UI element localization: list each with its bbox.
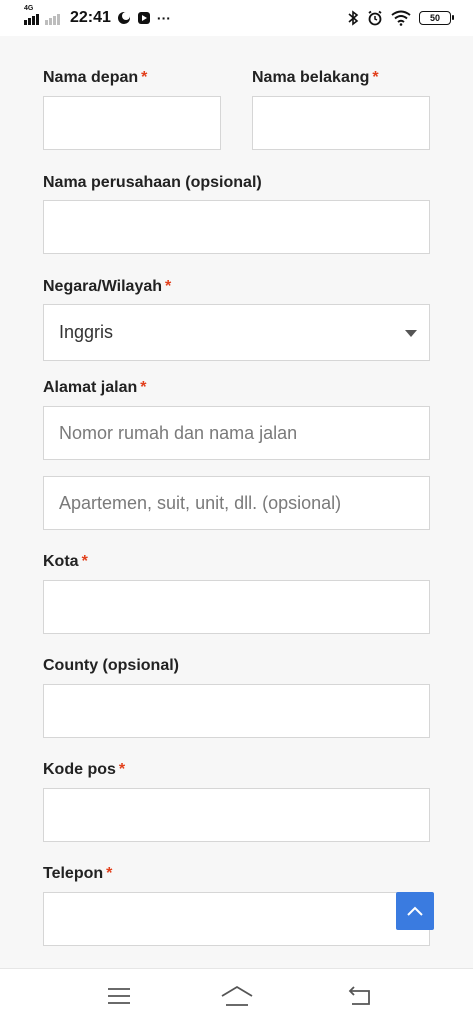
menu-button[interactable] bbox=[104, 983, 134, 1009]
alarm-icon bbox=[367, 10, 383, 26]
status-left: 4G 22:41 ··· bbox=[24, 5, 171, 27]
battery-icon: 50 bbox=[419, 11, 454, 25]
postcode-label: Kode pos * bbox=[43, 761, 126, 778]
country-label: Negara/Wilayah * bbox=[43, 278, 172, 295]
last-name-field[interactable] bbox=[252, 96, 430, 150]
street-line1-field[interactable] bbox=[43, 406, 430, 460]
back-button[interactable] bbox=[345, 983, 375, 1009]
county-label: County (opsional) bbox=[43, 657, 179, 674]
battery-level: 50 bbox=[429, 13, 440, 23]
street-line2-field[interactable] bbox=[43, 476, 430, 530]
cellular-signal-2-icon bbox=[45, 11, 60, 25]
street-line1-input[interactable] bbox=[59, 422, 429, 444]
company-input[interactable] bbox=[59, 216, 429, 238]
phone-label: Telepon * bbox=[43, 865, 113, 882]
first-name-input[interactable] bbox=[59, 112, 220, 134]
moon-icon bbox=[117, 11, 131, 25]
chevron-down-icon bbox=[405, 329, 417, 337]
wifi-icon bbox=[391, 10, 411, 26]
home-button[interactable] bbox=[220, 983, 254, 1009]
status-bar: 4G 22:41 ··· 50 bbox=[0, 0, 473, 36]
cellular-signal-icon: 4G bbox=[24, 5, 39, 25]
billing-form: Nama depan * Nama belakang * Nama perusaha… bbox=[0, 36, 473, 968]
first-name-label: Nama depan * bbox=[43, 69, 148, 86]
chevron-up-icon bbox=[407, 906, 423, 916]
city-input[interactable] bbox=[59, 596, 429, 618]
phone-field[interactable] bbox=[43, 892, 430, 946]
company-label: Nama perusahaan (opsional) bbox=[43, 174, 262, 191]
play-icon bbox=[137, 11, 151, 25]
company-field[interactable] bbox=[43, 200, 430, 254]
back-to-top-button[interactable] bbox=[396, 892, 434, 930]
postcode-input[interactable] bbox=[59, 804, 429, 826]
county-input[interactable] bbox=[59, 700, 429, 722]
more-notifications-icon: ··· bbox=[156, 10, 171, 26]
phone-input[interactable] bbox=[59, 908, 429, 930]
county-field[interactable] bbox=[43, 684, 430, 738]
country-select[interactable]: Inggris bbox=[43, 304, 430, 361]
network-type-label: 4G bbox=[24, 5, 34, 12]
status-time: 22:41 bbox=[70, 9, 111, 26]
first-name-field[interactable] bbox=[43, 96, 221, 150]
back-icon bbox=[348, 986, 370, 1005]
bluetooth-icon bbox=[347, 10, 359, 26]
city-label: Kota * bbox=[43, 553, 88, 570]
country-selected-value: Inggris bbox=[59, 322, 114, 342]
menu-icon bbox=[108, 988, 130, 1004]
postcode-field[interactable] bbox=[43, 788, 430, 842]
last-name-label: Nama belakang * bbox=[252, 69, 379, 86]
city-field[interactable] bbox=[43, 580, 430, 634]
status-right: 50 bbox=[347, 10, 454, 26]
last-name-input[interactable] bbox=[268, 112, 429, 134]
street-label: Alamat jalan * bbox=[43, 379, 147, 396]
system-navigation-bar bbox=[0, 968, 473, 1024]
home-icon bbox=[221, 985, 253, 1006]
street-line2-input[interactable] bbox=[59, 492, 429, 514]
